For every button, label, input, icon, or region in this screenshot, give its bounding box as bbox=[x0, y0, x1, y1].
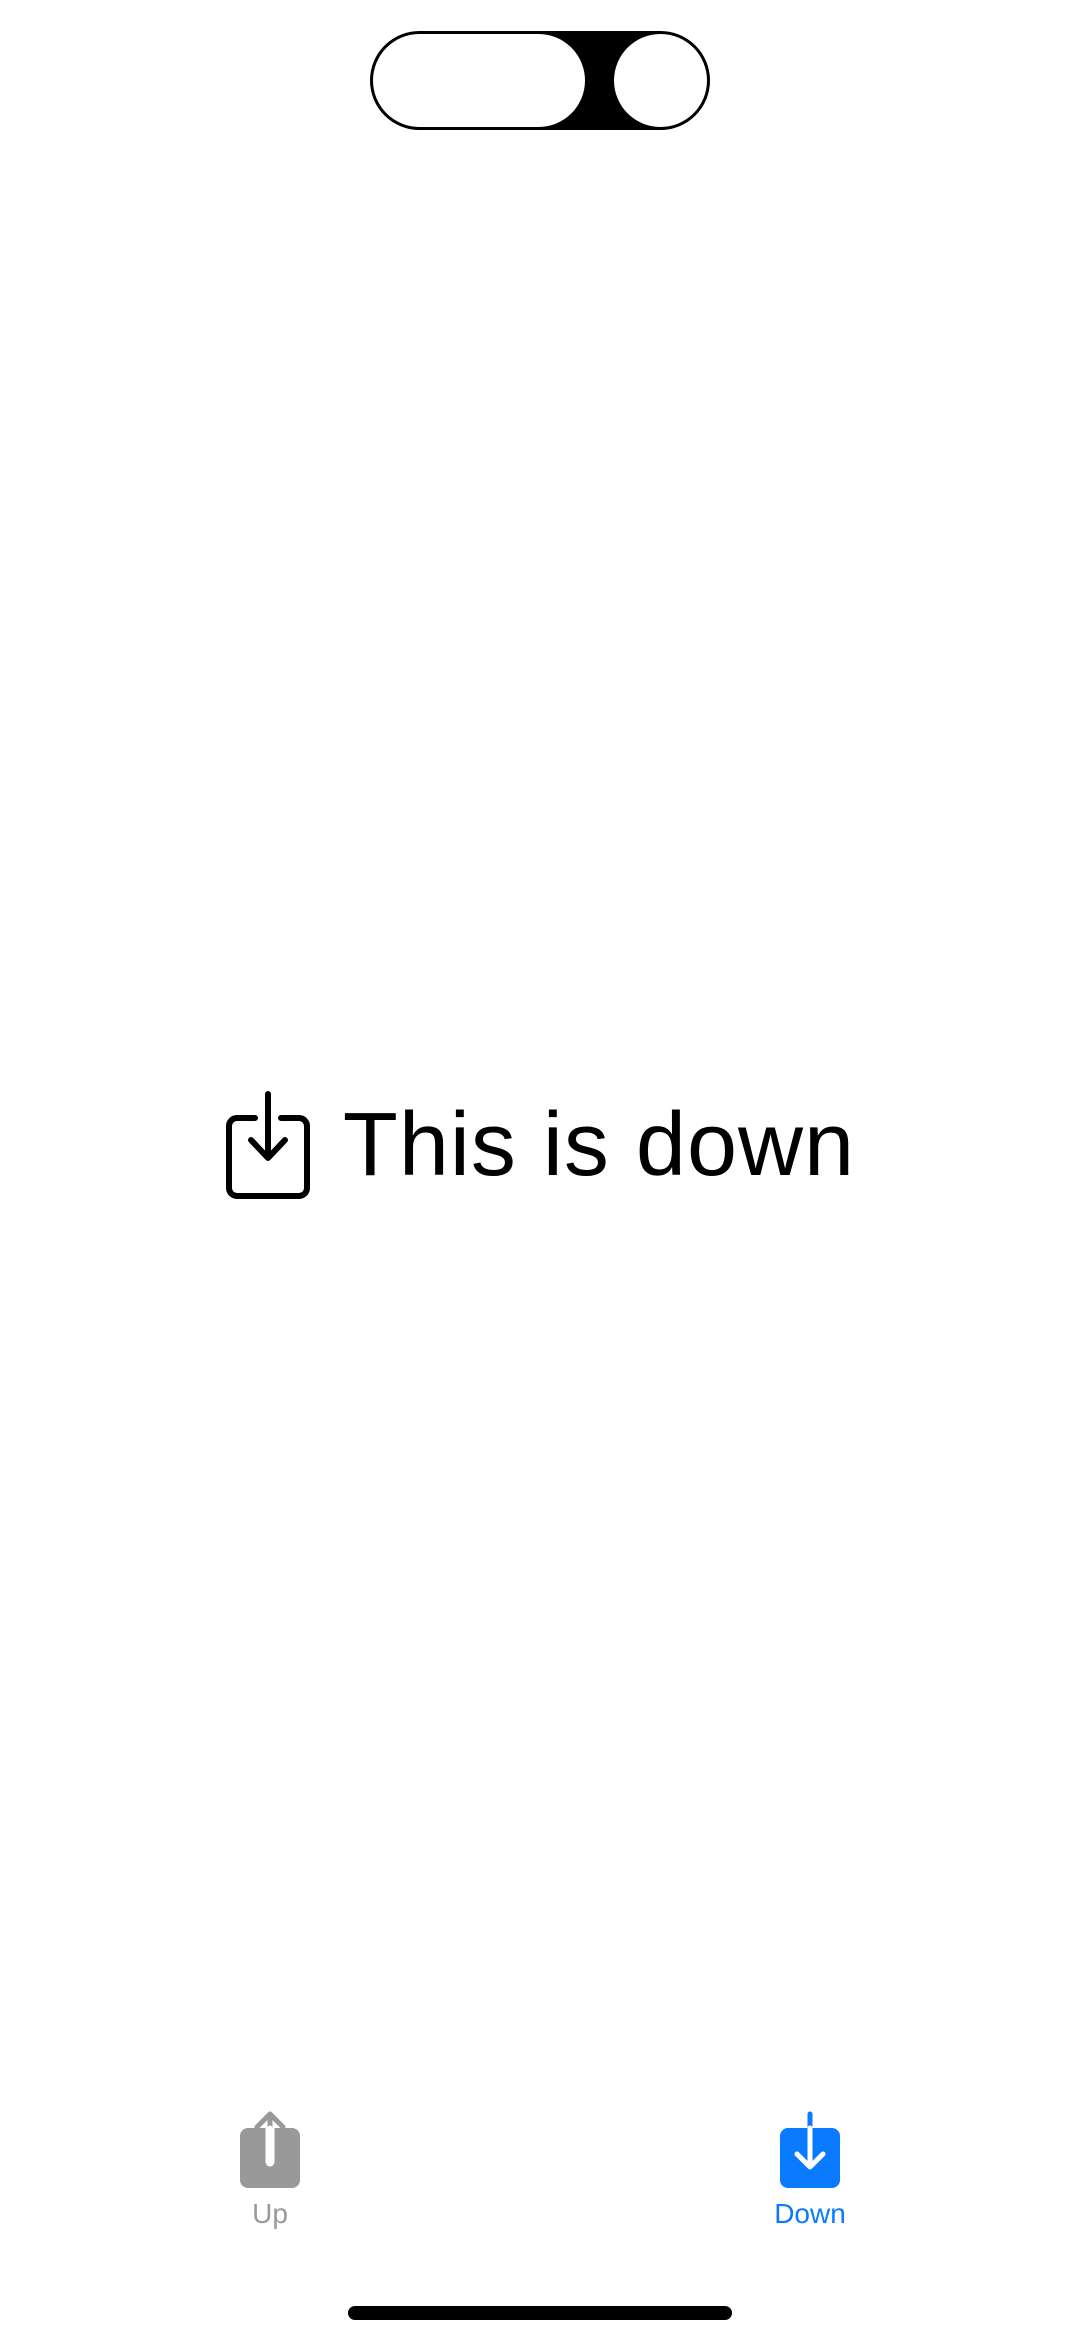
tab-down[interactable]: Down bbox=[730, 2110, 890, 2250]
tab-down-label: Down bbox=[774, 2198, 846, 2229]
tab-up[interactable]: Up bbox=[190, 2110, 350, 2250]
tab-up-label: Up bbox=[252, 2198, 288, 2229]
island-dot bbox=[614, 34, 707, 127]
page-title: This is down bbox=[342, 1095, 856, 1195]
square-arrow-up-icon bbox=[240, 2111, 300, 2188]
square-arrow-down-icon bbox=[780, 2111, 840, 2188]
dynamic-island bbox=[370, 31, 710, 130]
tab-bar: Up Down bbox=[0, 2110, 1080, 2260]
island-pill bbox=[373, 34, 585, 127]
tray-arrow-down-icon bbox=[225, 1091, 310, 1199]
home-indicator[interactable] bbox=[348, 2306, 732, 2320]
content-area: This is down bbox=[0, 1085, 1080, 1205]
